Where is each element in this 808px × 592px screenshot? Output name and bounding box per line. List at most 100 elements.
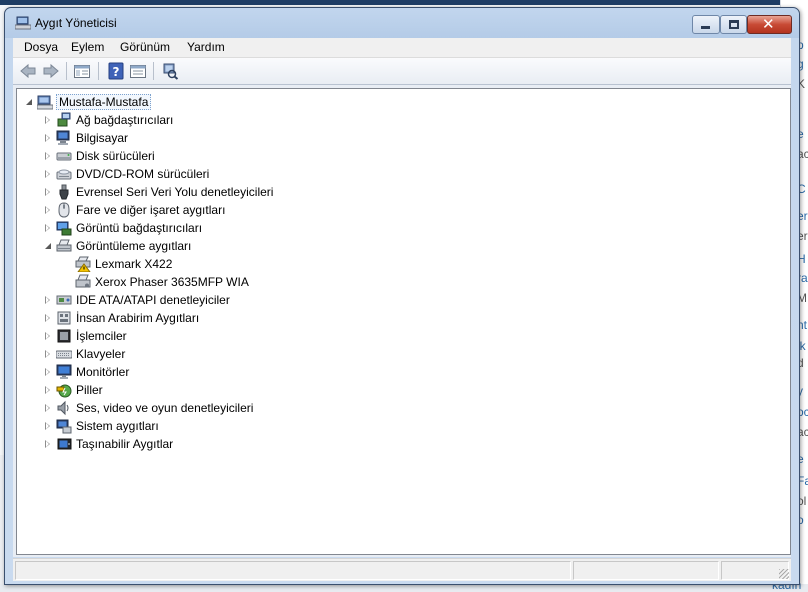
expand-collapsed-icon[interactable] — [45, 422, 50, 430]
menu-eylem[interactable]: Eylem — [71, 40, 104, 54]
usb-controller-icon — [56, 184, 72, 200]
tree-node-ide-controller[interactable]: IDE ATA/ATAPI denetleyiciler — [17, 291, 777, 309]
minimize-button[interactable] — [692, 15, 720, 34]
tree-node-monitor[interactable]: Monitörler — [17, 363, 777, 381]
scanner-warning-icon — [75, 256, 91, 273]
menu-dosya[interactable]: Dosya — [24, 40, 58, 54]
tree-node-device-2[interactable]: Xerox Phaser 3635MFP WIA — [17, 273, 777, 291]
scanner-icon — [75, 274, 91, 290]
network-adapter-icon — [56, 112, 72, 128]
tree-node-label: Mustafa-Mustafa — [56, 94, 152, 110]
portable-device-icon — [56, 436, 72, 452]
disk-drive-icon — [56, 148, 72, 164]
minimize-icon — [701, 26, 710, 29]
processor-icon — [56, 328, 72, 344]
expand-collapsed-icon[interactable] — [45, 206, 50, 214]
resize-grip[interactable] — [779, 569, 789, 579]
tree-node-usb-controller[interactable]: Evrensel Seri Veri Yolu denetleyicileri — [17, 183, 777, 201]
background-top-bar — [0, 0, 808, 5]
expand-open-icon[interactable] — [26, 99, 32, 105]
tree-node-device-1[interactable]: Lexmark X422 — [17, 255, 777, 273]
expand-collapsed-icon[interactable] — [45, 368, 50, 376]
expand-collapsed-icon[interactable] — [45, 404, 50, 412]
keyboard-icon — [55, 346, 73, 362]
expand-collapsed-icon[interactable] — [45, 332, 50, 340]
tree-node-label: Lexmark X422 — [95, 257, 173, 271]
expand-collapsed-icon[interactable] — [45, 440, 50, 448]
tree-node-root[interactable]: Mustafa-Mustafa — [17, 93, 777, 111]
tree-node-label: Ses, video ve oyun denetleyicileri — [76, 401, 254, 415]
title-bar[interactable]: Aygıt Yöneticisi ✕ — [5, 8, 799, 38]
tree-node-label: Görüntüleme aygıtları — [76, 239, 192, 253]
tree-node-disk-drive[interactable]: Disk sürücüleri — [17, 147, 777, 165]
tree-node-label: Monitörler — [76, 365, 130, 379]
close-icon: ✕ — [762, 15, 775, 33]
maximize-icon — [729, 20, 739, 29]
tree-node-label: Evrensel Seri Veri Yolu denetleyicileri — [76, 185, 274, 199]
expand-collapsed-icon[interactable] — [45, 224, 50, 232]
expand-collapsed-icon[interactable] — [45, 296, 50, 304]
expand-collapsed-icon[interactable] — [45, 170, 50, 178]
background-bottom-edge — [0, 584, 808, 592]
tree-node-label: DVD/CD-ROM sürücüleri — [76, 167, 210, 181]
hid-icon — [56, 310, 72, 326]
tree-node-label: Taşınabilir Aygıtlar — [76, 437, 174, 451]
tree-node-label: Sistem aygıtları — [76, 419, 159, 433]
tree-node-processor[interactable]: İşlemciler — [17, 327, 777, 345]
tree-node-display-adapter[interactable]: Görüntü bağdaştırıcıları — [17, 219, 777, 237]
tree-node-label: Bilgisayar — [76, 131, 129, 145]
expand-open-icon[interactable] — [45, 243, 51, 249]
expand-collapsed-icon[interactable] — [45, 386, 50, 394]
expand-collapsed-icon[interactable] — [45, 152, 50, 160]
status-bar — [13, 558, 791, 581]
tree-node-label: İnsan Arabirim Aygıtları — [76, 311, 200, 325]
tree-node-portable-device[interactable]: Taşınabilir Aygıtlar — [17, 435, 777, 453]
tree-node-dvd-drive[interactable]: DVD/CD-ROM sürücüleri — [17, 165, 777, 183]
window-title: Aygıt Yöneticisi — [35, 16, 117, 30]
tree-node-keyboard[interactable]: Klavyeler — [17, 345, 777, 363]
expand-collapsed-icon[interactable] — [45, 350, 50, 358]
device-manager-window: Aygıt Yöneticisi ✕ Dosya Eylem Görünüm Y… — [4, 7, 800, 585]
tree-node-computer[interactable]: Bilgisayar — [17, 129, 777, 147]
svg-text:?: ? — [113, 65, 120, 79]
back-arrow-icon[interactable] — [19, 62, 37, 80]
tree-node-label: Ağ bağdaştırıcıları — [76, 113, 174, 127]
expand-collapsed-icon[interactable] — [45, 314, 50, 322]
content-area: Mustafa-Mustafa Ağ bağdaştırıcıları Bilgis… — [13, 85, 791, 557]
tree-node-label: Disk sürücüleri — [76, 149, 155, 163]
tree-node-label: Xerox Phaser 3635MFP WIA — [95, 275, 249, 289]
system-device-icon — [56, 418, 72, 434]
tree-node-hid[interactable]: İnsan Arabirim Aygıtları — [17, 309, 777, 327]
expand-collapsed-icon[interactable] — [45, 188, 50, 196]
tree-node-mouse[interactable]: Fare ve diğer işaret aygıtları — [17, 201, 777, 219]
tree-node-label: İşlemciler — [76, 329, 127, 343]
toolbar-separator — [98, 62, 99, 80]
help-icon[interactable]: ? — [107, 62, 125, 80]
show-hide-console-tree-icon[interactable] — [73, 62, 91, 80]
forward-arrow-icon[interactable] — [42, 62, 60, 80]
expand-collapsed-icon[interactable] — [45, 134, 50, 142]
tree-node-network-adapter[interactable]: Ağ bağdaştırıcıları — [17, 111, 777, 129]
tree-node-battery[interactable]: Piller — [17, 381, 777, 399]
tree-node-label: Görüntü bağdaştırıcıları — [76, 221, 203, 235]
tree-node-imaging-device[interactable]: Görüntüleme aygıtları — [17, 237, 777, 255]
toolbar: ? — [13, 58, 791, 85]
tree-node-label: Fare ve diğer işaret aygıtları — [76, 203, 226, 217]
properties-icon[interactable] — [129, 62, 147, 80]
mouse-icon — [56, 202, 72, 218]
ide-controller-icon — [56, 292, 72, 308]
tree-node-system-device[interactable]: Sistem aygıtları — [17, 417, 777, 435]
scan-hardware-changes-icon[interactable] — [161, 62, 179, 80]
menu-yardim[interactable]: Yardım — [187, 40, 225, 54]
status-cell — [573, 561, 719, 580]
expand-collapsed-icon[interactable] — [45, 116, 50, 124]
device-manager-icon — [15, 16, 31, 30]
computer-icon — [56, 130, 72, 146]
close-button[interactable]: ✕ — [747, 15, 792, 34]
device-tree[interactable]: Mustafa-Mustafa Ağ bağdaştırıcıları Bilgis… — [16, 88, 791, 555]
tree-node-sound[interactable]: Ses, video ve oyun denetleyicileri — [17, 399, 777, 417]
menu-gorunum[interactable]: Görünüm — [120, 40, 170, 54]
sound-icon — [56, 400, 72, 416]
toolbar-separator — [66, 62, 67, 80]
maximize-button[interactable] — [720, 15, 747, 34]
